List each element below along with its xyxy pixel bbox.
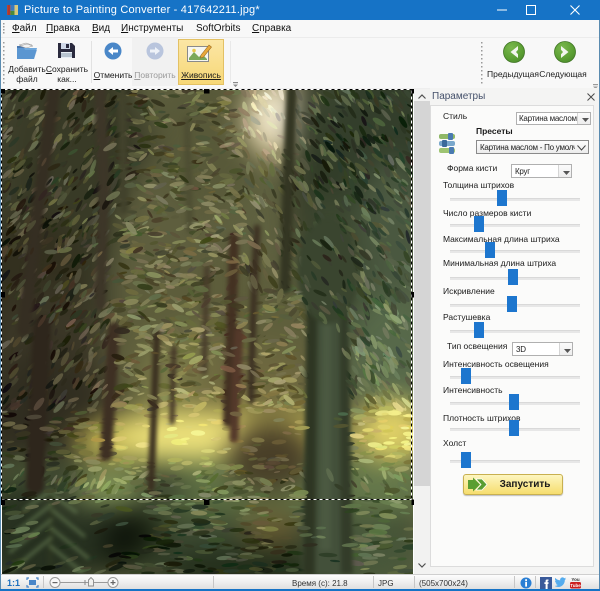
svg-text:You: You bbox=[571, 577, 579, 582]
svg-text:Tube: Tube bbox=[570, 583, 581, 588]
